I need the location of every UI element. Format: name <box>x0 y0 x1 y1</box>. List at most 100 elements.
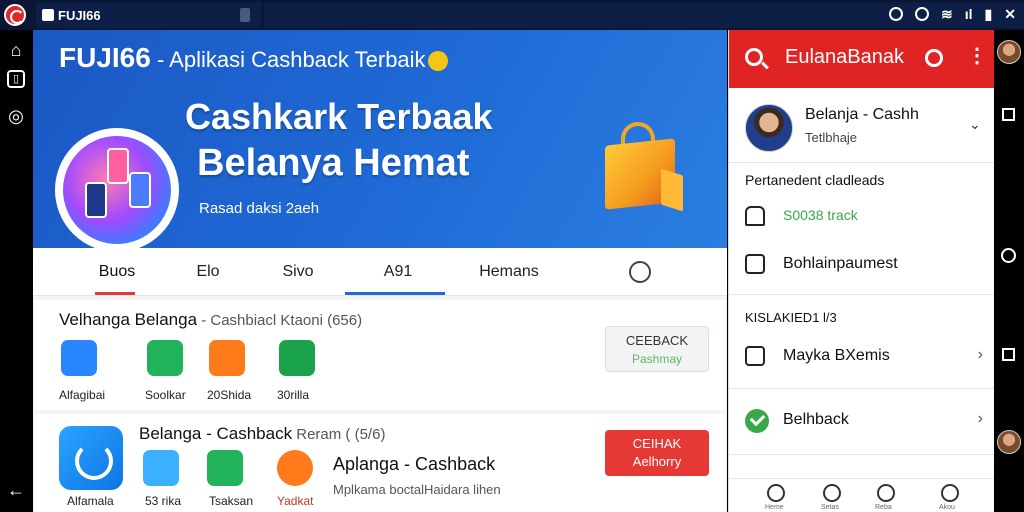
app-icon-tsaksan[interactable] <box>207 450 243 486</box>
compass-icon[interactable] <box>629 261 651 283</box>
home-icon[interactable]: ⌂ <box>6 40 26 60</box>
window-icon <box>42 9 54 21</box>
cashback-button-label: CEIHAK <box>632 436 682 451</box>
cashback-button[interactable]: CEEBACK Pashmay <box>605 326 709 372</box>
tab-hemans[interactable]: Hemans <box>463 248 555 296</box>
hero-headline-1: Cashkark Terbaak <box>185 96 493 137</box>
avatar[interactable] <box>997 430 1021 454</box>
divider <box>729 162 995 163</box>
clock-icon <box>889 7 904 21</box>
bottom-nav-label: Reba <box>875 504 892 511</box>
shopping-bag-icon <box>599 122 687 212</box>
bag-nav-icon[interactable] <box>877 484 895 502</box>
main-content: FUJI66 - Aplikasi Cashback Terbaik Cashk… <box>33 30 727 512</box>
app-icon-20shida[interactable] <box>209 340 245 376</box>
status-bar: FUJI66 ≋ ıl ▮ ✕ <box>0 0 1024 30</box>
notification-dot-icon <box>240 8 250 22</box>
right-nav-rail <box>994 30 1024 512</box>
avatar[interactable] <box>745 104 793 152</box>
tab-buos[interactable]: Buos <box>77 248 157 296</box>
section-title: KISLAKIED1 l/3 <box>745 310 837 325</box>
app-label: Tsaksan <box>209 494 254 508</box>
app-icon-alfagibai[interactable] <box>61 340 97 376</box>
hero-title: FUJI66 - Aplikasi Cashback Terbaik <box>59 42 448 74</box>
more-options-icon[interactable]: ⋮ <box>967 46 987 66</box>
bottom-nav-label: Setas <box>821 504 839 511</box>
check-icon <box>745 409 769 433</box>
profile-nav-icon[interactable] <box>941 484 959 502</box>
drawer-item-track[interactable]: S0038 track <box>745 202 983 232</box>
home-nav-icon[interactable] <box>767 484 785 502</box>
drawer-item-payment[interactable]: Bohlainpaumest <box>745 250 983 280</box>
divider <box>729 388 995 389</box>
phone-icon <box>107 148 129 184</box>
drawer-item-belhback[interactable]: Belhback › <box>745 406 983 436</box>
home-circle-icon[interactable] <box>1001 248 1016 263</box>
item-description: Mplkama boctalHaidara lihen <box>333 482 501 497</box>
tab-a91[interactable]: A91 <box>353 248 443 296</box>
app-label: Yadkat <box>277 494 314 508</box>
phone-icon <box>85 182 107 218</box>
tab-active-indicator <box>95 292 135 295</box>
app-icon-soolkar[interactable] <box>147 340 183 376</box>
hero-banner: FUJI66 - Aplikasi Cashback Terbaik Cashk… <box>33 30 727 252</box>
search-icon[interactable] <box>745 48 763 66</box>
refresh-app-icon[interactable] <box>59 426 123 490</box>
back-icon[interactable]: ← <box>6 480 26 500</box>
phone-icon <box>129 172 151 208</box>
profile-subtitle: Tetlbhaje <box>805 130 858 145</box>
hero-subtitle: Rasad daksi 2aeh <box>199 200 320 217</box>
search-nav-icon[interactable] <box>823 484 841 502</box>
cashback-card[interactable]: Belanga - Cashback Reram ( (5/6) Alfamal… <box>35 414 725 512</box>
divider <box>729 454 995 455</box>
drawer-item-label: Belhback <box>783 411 849 428</box>
app-label: Alfamala <box>67 494 114 508</box>
alert-icon <box>915 7 930 21</box>
hero-headline-2: Belanya Hemat <box>197 142 470 184</box>
app-label: 30rilla <box>277 388 310 402</box>
cashback-button[interactable]: CEIHAK Aelhorry <box>605 430 709 476</box>
card-title-muted: - Cashbiacl Ktaoni (656) <box>197 312 363 329</box>
app-title: FUJI66 <box>58 7 101 23</box>
lock-icon[interactable]: ▯ <box>7 70 25 88</box>
badge-icon[interactable] <box>925 49 943 67</box>
drawer-item-label: Mayka BXemis <box>783 347 890 364</box>
close-icon[interactable]: ✕ <box>1004 6 1016 22</box>
globe-icon[interactable]: ◎ <box>6 106 26 126</box>
cashback-card[interactable]: Velhanga Belanga - Cashbiacl Ktaoni (656… <box>35 300 725 410</box>
app-logo-icon[interactable] <box>4 4 26 26</box>
chevron-right-icon: › <box>977 410 983 427</box>
like-icon <box>745 206 765 226</box>
app-icon-53rika[interactable] <box>143 450 179 486</box>
tab-sivo[interactable]: Sivo <box>263 248 333 296</box>
drawer-item-mayka[interactable]: Mayka BXemis › <box>745 342 983 372</box>
recents-icon[interactable] <box>1002 348 1015 361</box>
divider <box>729 294 995 295</box>
app-label: 20Shida <box>207 388 252 402</box>
app-label: Alfagibai <box>59 388 106 402</box>
cashback-button-label: CEEBACK <box>625 333 689 348</box>
tab-elo[interactable]: Elo <box>173 248 243 296</box>
hero-illustration <box>55 128 179 252</box>
app-icon-yadkat[interactable] <box>277 450 313 486</box>
card-title-muted: Reram ( (5/6) <box>292 426 386 443</box>
card-title: Velhanga Belanga - Cashbiacl Ktaoni (656… <box>59 310 362 330</box>
smile-emoji-icon <box>427 51 448 72</box>
tab-bar: Buos Elo Sivo A91 Hemans <box>33 248 727 296</box>
chevron-down-icon[interactable]: ⌄ <box>969 116 981 133</box>
bottom-nav-label: Akou <box>939 504 955 511</box>
bottom-nav: Heme Setas Reba Akou <box>729 478 995 512</box>
app-label: 53 rika <box>145 494 182 508</box>
section-title: Pertanedent cladleads <box>745 172 885 188</box>
app-icon-30rilla[interactable] <box>279 340 315 376</box>
hero-title-text: - Aplikasi Cashback Terbaik <box>150 47 426 72</box>
device-screen: FUJI66 ≋ ıl ▮ ✕ ⌂ ▯ ◎ ← FUJI66 - Aplikas… <box>0 0 1024 512</box>
brand-name: FUJI66 <box>59 42 151 73</box>
drawer-header: EulanaBanak ⋮ <box>729 30 995 88</box>
square-icon[interactable] <box>1002 108 1015 121</box>
drawer-item-label: S0038 track <box>783 207 858 223</box>
cashback-button-sub: Aelhorry <box>632 454 682 469</box>
profile-name: Belanja - Cashh <box>805 106 919 123</box>
item-title: Aplanga - Cashback <box>333 454 496 474</box>
avatar[interactable] <box>997 40 1021 64</box>
